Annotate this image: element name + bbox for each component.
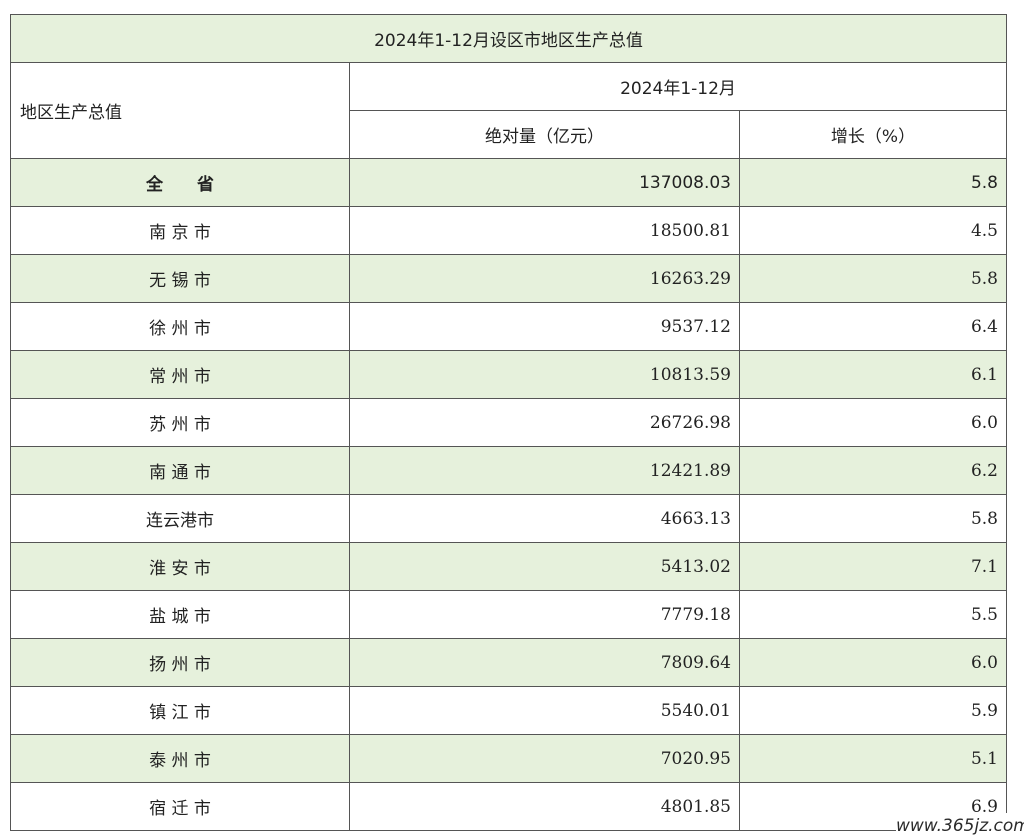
growth-cell: 4.5	[739, 206, 1007, 255]
table-row: 宿 迁 市 4801.85 6.9	[10, 782, 1007, 831]
region-cell: 扬 州 市	[10, 638, 350, 687]
table-row: 徐 州 市 9537.12 6.4	[10, 302, 1007, 351]
region-cell: 南 通 市	[10, 446, 350, 495]
region-cell: 连云港市	[10, 494, 350, 543]
region-cell: 苏 州 市	[10, 398, 350, 447]
value-cell: 5413.02	[349, 542, 740, 591]
value-cell: 10813.59	[349, 350, 740, 399]
table-row: 南 通 市 12421.89 6.2	[10, 446, 1007, 495]
table-row: 泰 州 市 7020.95 5.1	[10, 734, 1007, 783]
header-row-1: 地区生产总值 2024年1-12月	[10, 62, 1007, 159]
value-cell: 7020.95	[349, 734, 740, 783]
growth-cell: 5.8	[739, 494, 1007, 543]
growth-cell: 6.0	[739, 638, 1007, 687]
site-watermark: www.365jz.com	[896, 813, 1024, 839]
table-row: 无 锡 市 16263.29 5.8	[10, 254, 1007, 303]
value-cell: 5540.01	[349, 686, 740, 735]
growth-cell: 6.4	[739, 302, 1007, 351]
region-cell: 盐 城 市	[10, 590, 350, 639]
growth-cell: 6.2	[739, 446, 1007, 495]
value-cell: 26726.98	[349, 398, 740, 447]
table-title-row: 2024年1-12月设区市地区生产总值	[10, 14, 1007, 63]
table-row: 淮 安 市 5413.02 7.1	[10, 542, 1007, 591]
row-header: 地区生产总值	[10, 62, 350, 159]
value-cell: 7779.18	[349, 590, 740, 639]
value-cell: 16263.29	[349, 254, 740, 303]
region-cell: 宿 迁 市	[10, 782, 350, 831]
region-cell: 无 锡 市	[10, 254, 350, 303]
value-cell: 7809.64	[349, 638, 740, 687]
column-header-growth: 增长（%）	[739, 110, 1007, 159]
column-header-value: 绝对量（亿元）	[349, 110, 740, 159]
growth-cell: 6.1	[739, 350, 1007, 399]
table-row: 连云港市 4663.13 5.8	[10, 494, 1007, 543]
growth-cell: 6.0	[739, 398, 1007, 447]
region-cell: 常 州 市	[10, 350, 350, 399]
growth-cell: 5.1	[739, 734, 1007, 783]
value-cell: 18500.81	[349, 206, 740, 255]
region-cell: 泰 州 市	[10, 734, 350, 783]
table-body: 全 省 137008.03 5.8 南 京 市 18500.81 4.5 无 锡 市 1626…	[10, 158, 1007, 831]
table-row: 镇 江 市 5540.01 5.9	[10, 686, 1007, 735]
region-cell: 镇 江 市	[10, 686, 350, 735]
period-header: 2024年1-12月	[349, 62, 1007, 111]
table-row: 南 京 市 18500.81 4.5	[10, 206, 1007, 255]
value-cell: 4801.85	[349, 782, 740, 831]
growth-cell: 5.9	[739, 686, 1007, 735]
gdp-table: 2024年1-12月设区市地区生产总值 地区生产总值 2024年1-12月 绝对…	[10, 14, 1007, 831]
table-title: 2024年1-12月设区市地区生产总值	[10, 14, 1007, 63]
table-row: 扬 州 市 7809.64 6.0	[10, 638, 1007, 687]
table-row: 常 州 市 10813.59 6.1	[10, 350, 1007, 399]
value-cell: 4663.13	[349, 494, 740, 543]
value-cell: 12421.89	[349, 446, 740, 495]
region-cell: 徐 州 市	[10, 302, 350, 351]
growth-cell: 5.8	[739, 254, 1007, 303]
growth-cell: 5.8	[739, 158, 1007, 207]
region-cell: 淮 安 市	[10, 542, 350, 591]
table-row: 盐 城 市 7779.18 5.5	[10, 590, 1007, 639]
table-row: 全 省 137008.03 5.8	[10, 158, 1007, 207]
value-cell: 137008.03	[349, 158, 740, 207]
growth-cell: 5.5	[739, 590, 1007, 639]
region-cell: 南 京 市	[10, 206, 350, 255]
region-cell: 全 省	[10, 158, 350, 207]
growth-cell: 7.1	[739, 542, 1007, 591]
value-cell: 9537.12	[349, 302, 740, 351]
table-row: 苏 州 市 26726.98 6.0	[10, 398, 1007, 447]
